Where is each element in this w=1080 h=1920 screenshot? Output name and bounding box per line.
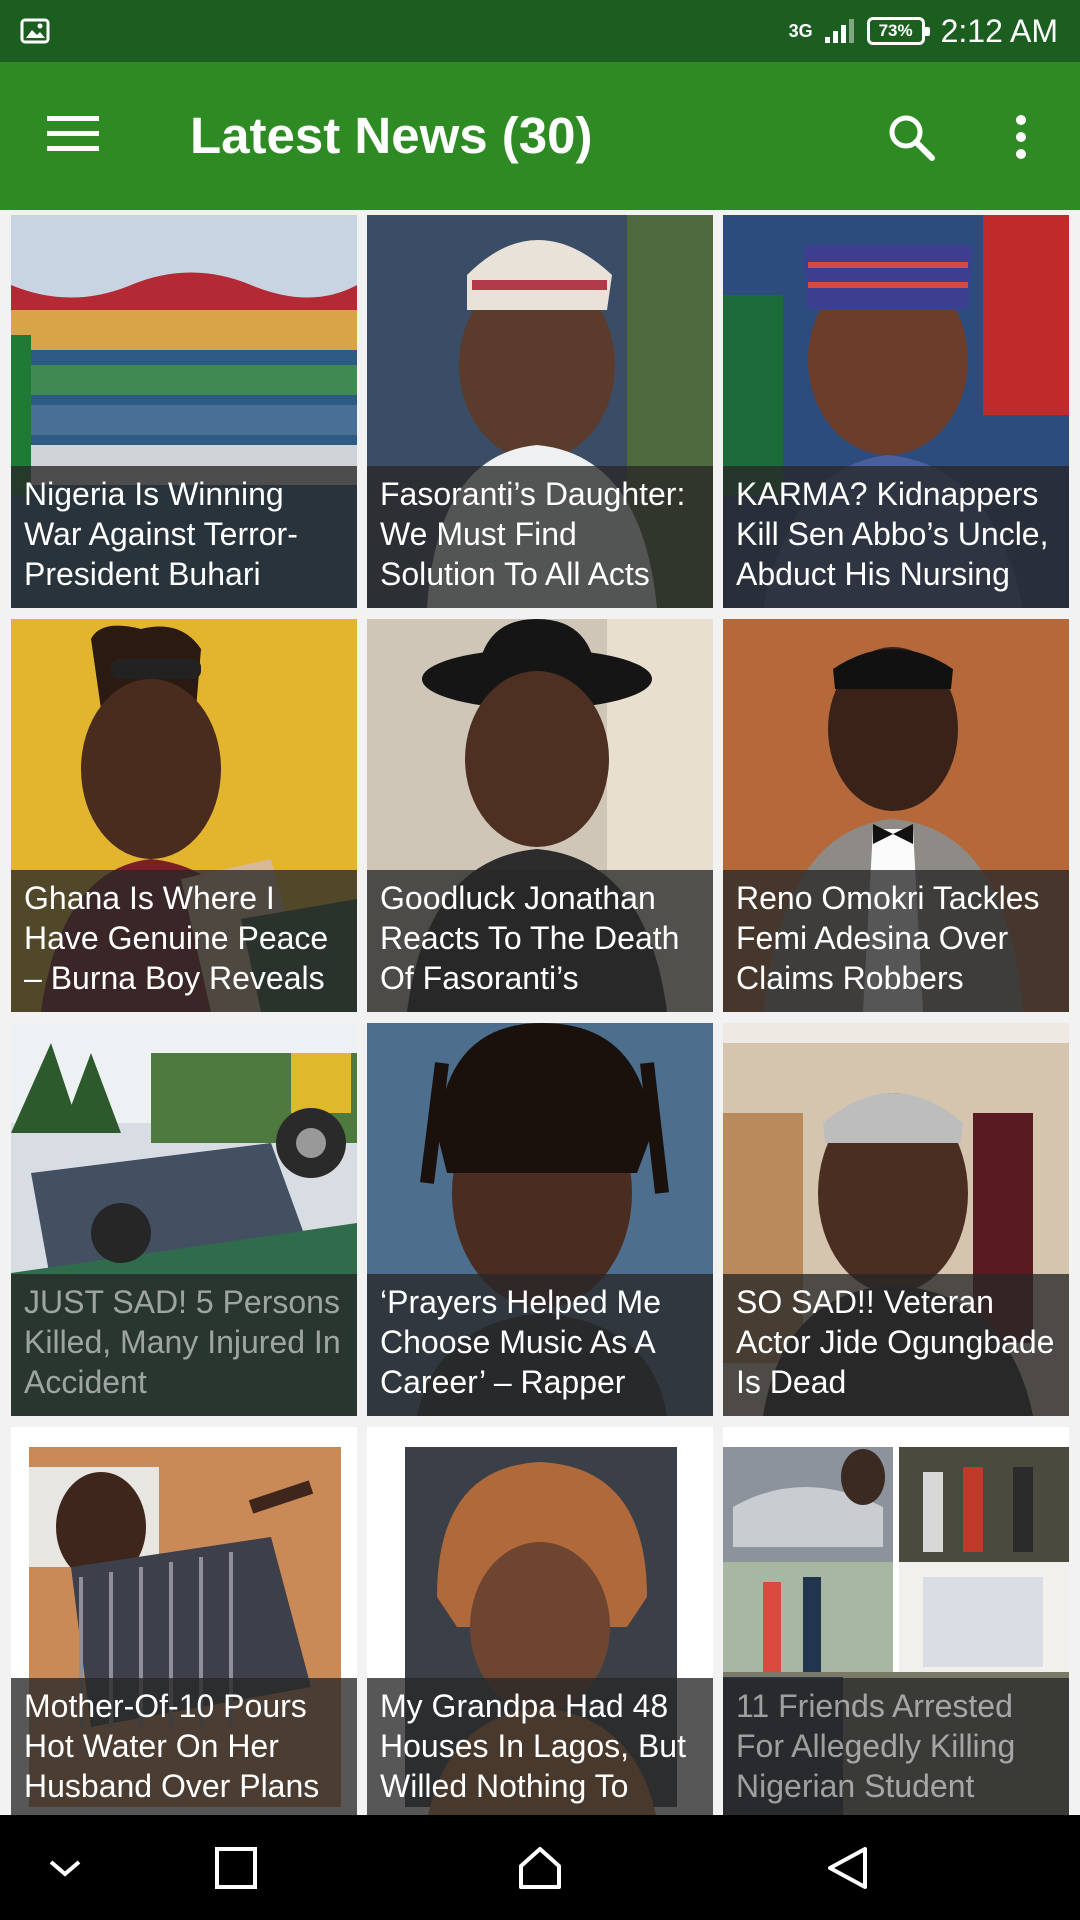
article-headline: KARMA? Kidnappers Kill Sen Abbo’s Uncle,… <box>723 466 1069 608</box>
more-vert-icon <box>1016 115 1026 159</box>
article-headline: Nigeria Is Winning War Against Terror- P… <box>11 466 357 608</box>
menu-icon <box>47 116 99 151</box>
home-button[interactable] <box>505 1835 575 1901</box>
news-card[interactable]: Goodluck Jonathan Reacts To The Death Of… <box>367 619 713 1012</box>
status-bar: 3G 73% 2:12 AM <box>0 0 1080 62</box>
article-headline: Fasoranti’s Daughter: We Must Find Solut… <box>367 466 713 608</box>
search-button[interactable] <box>878 104 944 170</box>
news-card[interactable]: JUST SAD! 5 Persons Killed, Many Injured… <box>11 1023 357 1416</box>
news-card[interactable]: Ghana Is Where I Have Genuine Peace – Bu… <box>11 619 357 1012</box>
recents-square-icon <box>215 1847 257 1889</box>
home-icon <box>519 1847 561 1889</box>
back-button[interactable] <box>812 1835 882 1901</box>
article-headline: SO SAD!! Veteran Actor Jide Ogungbade Is… <box>723 1274 1069 1416</box>
back-triangle-icon <box>828 1847 867 1889</box>
news-card[interactable]: Nigeria Is Winning War Against Terror- P… <box>11 215 357 608</box>
article-headline: Ghana Is Where I Have Genuine Peace – Bu… <box>11 870 357 1012</box>
collapse-chevron-icon <box>49 1860 81 1877</box>
status-time: 2:12 AM <box>940 12 1058 49</box>
news-card[interactable]: SO SAD!! Veteran Actor Jide Ogungbade Is… <box>723 1023 1069 1416</box>
news-card[interactable]: ‘Prayers Helped Me Choose Music As A Car… <box>367 1023 713 1416</box>
news-grid: Nigeria Is Winning War Against Terror- P… <box>0 210 1080 1815</box>
news-card[interactable]: My Grandpa Had 48 Houses In Lagos, But W… <box>367 1427 713 1815</box>
menu-button[interactable] <box>36 102 110 166</box>
system-navigation-bar <box>0 1815 1080 1920</box>
article-headline: My Grandpa Had 48 Houses In Lagos, But W… <box>367 1678 713 1815</box>
battery-percent: 73% <box>878 21 913 40</box>
recents-button[interactable] <box>201 1835 271 1901</box>
news-card[interactable]: Mother-Of-10 Pours Hot Water On Her Husb… <box>11 1427 357 1815</box>
news-card[interactable]: Fasoranti’s Daughter: We Must Find Solut… <box>367 215 713 608</box>
app-bar: Latest News (30) <box>0 62 1080 210</box>
news-card[interactable]: KARMA? Kidnappers Kill Sen Abbo’s Uncle,… <box>723 215 1069 608</box>
article-headline: 11 Friends Arrested For Allegedly Killin… <box>723 1678 1069 1815</box>
page-title: Latest News (30) <box>190 107 593 164</box>
article-headline: JUST SAD! 5 Persons Killed, Many Injured… <box>11 1274 357 1416</box>
news-card[interactable]: Reno Omokri Tackles Femi Adesina Over Cl… <box>723 619 1069 1012</box>
battery-icon: 73% <box>866 17 930 45</box>
article-headline: Goodluck Jonathan Reacts To The Death Of… <box>367 870 713 1012</box>
search-icon <box>889 115 935 161</box>
more-options-button[interactable] <box>988 104 1054 170</box>
article-headline: Mother-Of-10 Pours Hot Water On Her Husb… <box>11 1678 357 1815</box>
signal-icon <box>824 19 854 43</box>
collapse-button[interactable] <box>30 1835 100 1901</box>
article-headline: ‘Prayers Helped Me Choose Music As A Car… <box>367 1274 713 1416</box>
network-type-label: 3G <box>788 21 813 41</box>
news-card[interactable]: 11 Friends Arrested For Allegedly Killin… <box>723 1427 1069 1815</box>
status-indicators: 3G 73% 2:12 AM <box>789 0 1058 62</box>
gallery-notification-icon <box>20 18 50 44</box>
article-headline: Reno Omokri Tackles Femi Adesina Over Cl… <box>723 870 1069 1012</box>
